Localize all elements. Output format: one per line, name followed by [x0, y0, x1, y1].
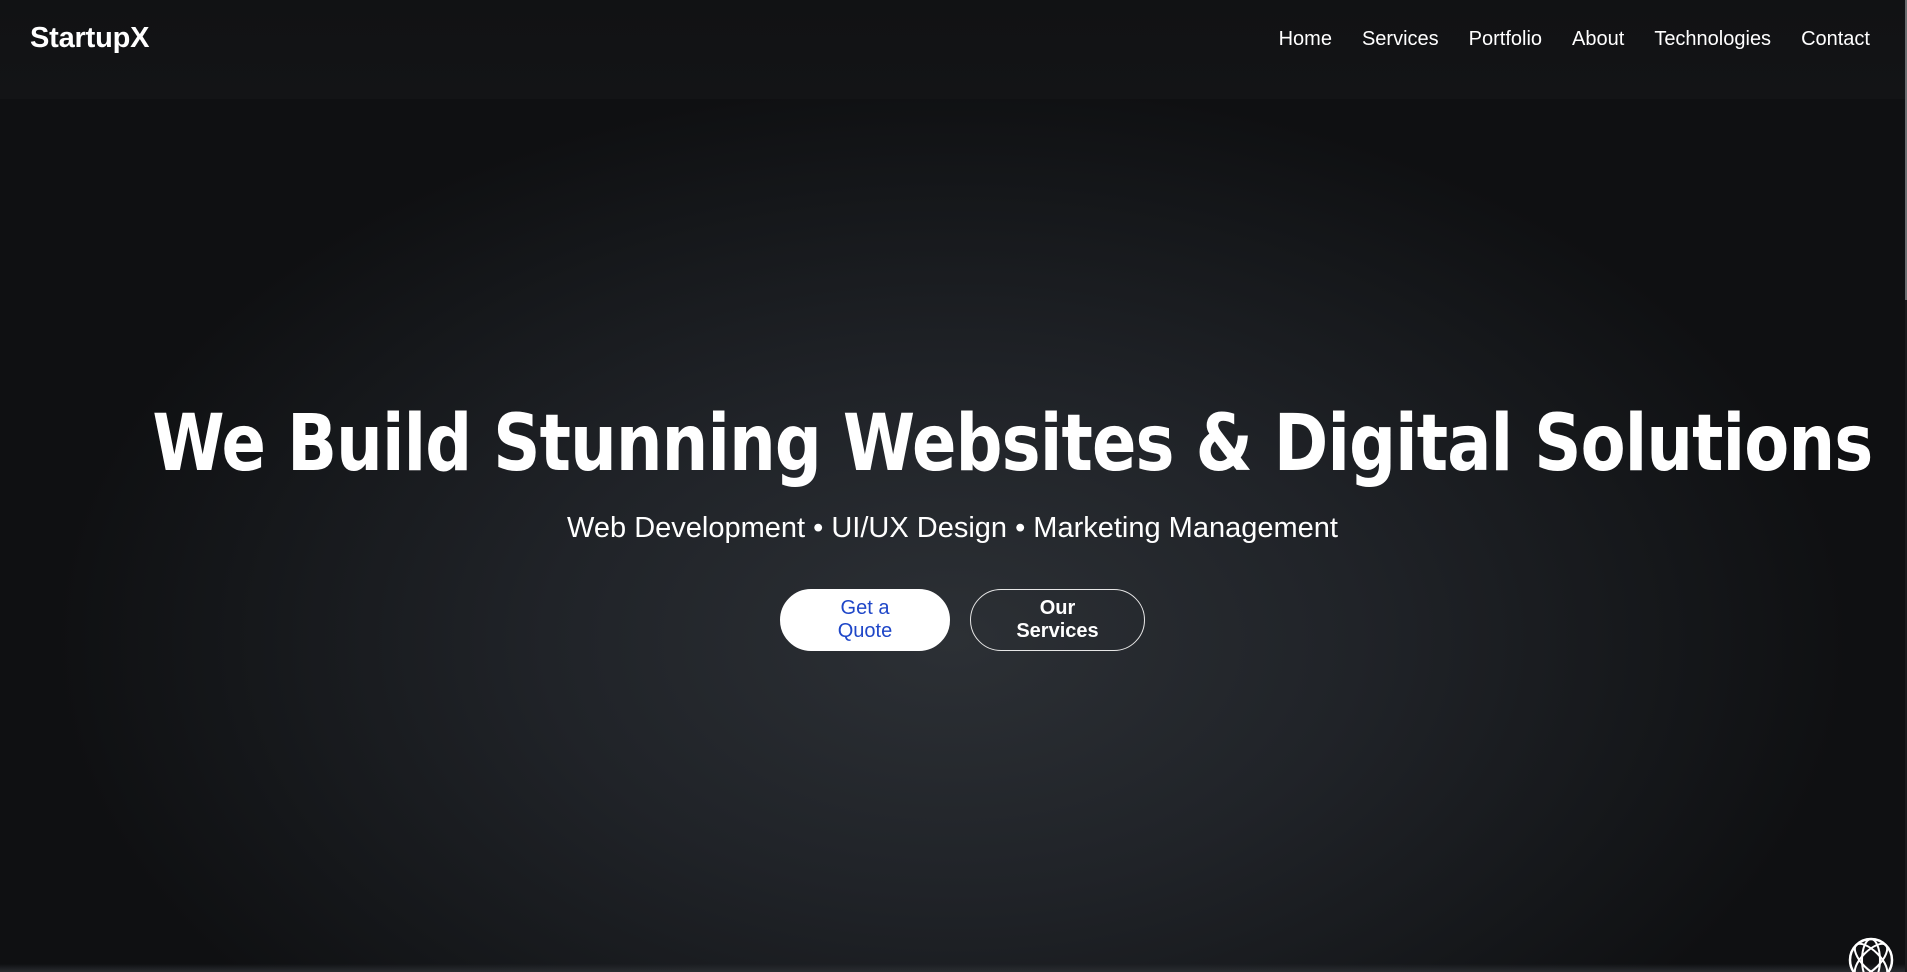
- nav-link-about[interactable]: About: [1572, 28, 1624, 50]
- nav-link-services[interactable]: Services: [1362, 28, 1439, 50]
- nav-link-technologies[interactable]: Technologies: [1654, 28, 1771, 50]
- brand-logo[interactable]: StartupX: [30, 22, 149, 55]
- get-a-quote-button[interactable]: Get a Quote: [780, 589, 950, 651]
- bottom-edge: [0, 964, 1905, 972]
- hero-section: We Build Stunning Websites & Digital Sol…: [0, 99, 1905, 972]
- nav-link-portfolio[interactable]: Portfolio: [1469, 28, 1542, 50]
- nav-item-portfolio: Portfolio: [1469, 28, 1542, 51]
- nav-item-technologies: Technologies: [1654, 28, 1771, 51]
- nav-item-home: Home: [1279, 28, 1332, 51]
- our-services-button[interactable]: Our Services: [970, 589, 1145, 651]
- chat-widget-icon[interactable]: [1847, 936, 1895, 972]
- nav-item-about: About: [1572, 28, 1624, 51]
- hero-subtitle: Web Development • UI/UX Design • Marketi…: [567, 512, 1338, 544]
- nav-link-contact[interactable]: Contact: [1801, 28, 1870, 50]
- hero-buttons: Get a Quote Our Services: [0, 589, 1905, 651]
- nav-item-services: Services: [1362, 28, 1439, 51]
- hero-title: We Build Stunning Websites & Digital Sol…: [152, 399, 1873, 489]
- main-nav: Home Services Portfolio About Technologi…: [1249, 28, 1870, 51]
- navbar: StartupX Home Services Portfolio About T…: [0, 0, 1905, 99]
- page: StartupX Home Services Portfolio About T…: [0, 0, 1905, 972]
- nav-link-home[interactable]: Home: [1279, 28, 1332, 50]
- chat-widget-icon-graphic: [1848, 937, 1894, 972]
- nav-item-contact: Contact: [1801, 28, 1870, 51]
